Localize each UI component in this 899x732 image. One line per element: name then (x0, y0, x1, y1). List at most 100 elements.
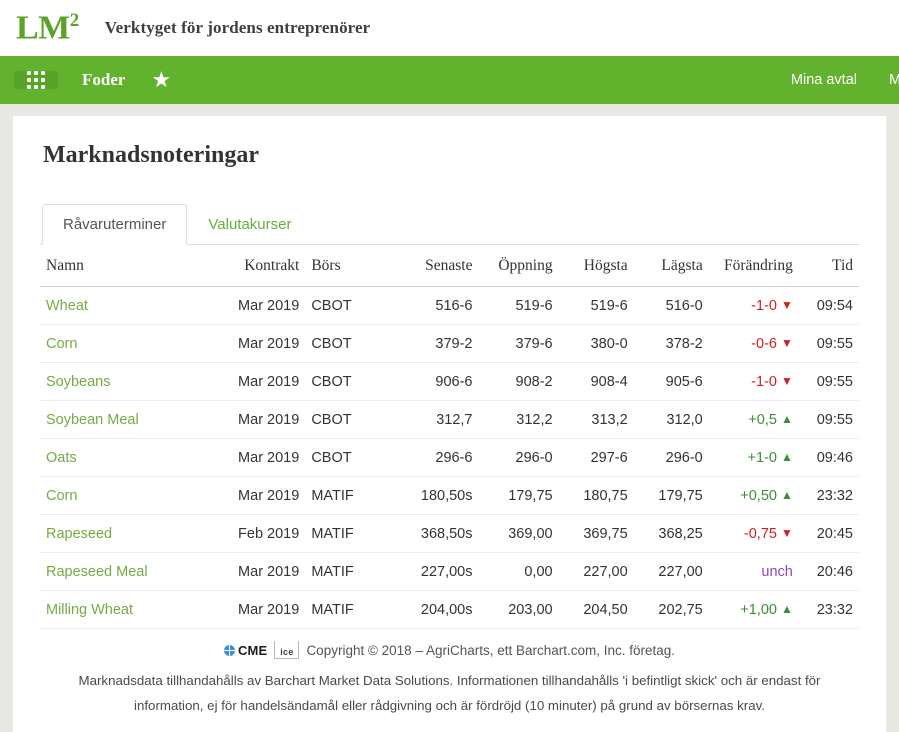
cell-bors: CBOT (305, 362, 391, 401)
column-header-lagsta[interactable]: Lägsta (633, 245, 709, 287)
cell-senaste: 516-6 (390, 286, 479, 325)
cell-kontrakt: Mar 2019 (200, 590, 306, 629)
grid-apps-button[interactable] (14, 71, 58, 89)
change-value: +0,50 (740, 488, 777, 504)
arrow-up-icon: ▲ (780, 412, 793, 426)
arrow-down-icon: ▼ (780, 526, 793, 540)
change-value: -0-6 (751, 336, 777, 352)
cell-kontrakt: Mar 2019 (200, 476, 306, 515)
cell-kontrakt: Mar 2019 (200, 362, 306, 401)
commodity-link[interactable]: Rapeseed Meal (46, 564, 148, 580)
market-data-disclaimer: Marknadsdata tillhandahålls av Barchart … (78, 673, 821, 713)
cell-hogsta: 908-4 (558, 362, 634, 401)
cell-kontrakt: Mar 2019 (200, 552, 306, 591)
cell-lagsta: 368,25 (633, 514, 709, 553)
cell-hogsta: 227,00 (558, 552, 634, 591)
cell-bors: CBOT (305, 286, 391, 325)
nav-link-mina-avtal[interactable]: Mina avtal (775, 72, 873, 88)
arrow-up-icon: ▲ (780, 602, 793, 616)
table-row: Corn Mar 2019 MATIF 180,50s 179,75 180,75 179,… (40, 476, 859, 515)
cell-lagsta: 378-2 (633, 324, 709, 363)
cell-lagsta: 179,75 (633, 476, 709, 515)
cell-oppning: 296-0 (478, 438, 559, 477)
main-navbar: Foder ★ Mina avtal M (0, 56, 899, 104)
cell-tid: 23:32 (798, 590, 859, 629)
change-value: unch (761, 564, 793, 580)
table-row: Soybeans Mar 2019 CBOT 906-6 908-2 908-4 905-6… (40, 362, 859, 401)
commodity-link[interactable]: Milling Wheat (46, 602, 133, 618)
cell-bors: CBOT (305, 400, 391, 439)
column-header-oppning[interactable]: Öppning (478, 245, 559, 287)
cell-namn: Soybeans (40, 362, 201, 401)
cell-lagsta: 202,75 (633, 590, 709, 629)
cell-forandring: -1-0 ▼ (708, 286, 799, 325)
cell-senaste: 379-2 (390, 324, 479, 363)
tab-bar: Råvaruterminer Valutakurser (40, 203, 859, 245)
cell-oppning: 0,00 (478, 552, 559, 591)
cell-tid: 20:46 (798, 552, 859, 591)
cell-kontrakt: Mar 2019 (200, 324, 306, 363)
nav-link-clipped[interactable]: M (873, 72, 899, 88)
commodity-link[interactable]: Corn (46, 488, 77, 504)
cell-senaste: 906-6 (390, 362, 479, 401)
arrow-down-icon: ▼ (780, 298, 793, 312)
cell-senaste: 180,50s (390, 476, 479, 515)
column-header-hogsta[interactable]: Högsta (558, 245, 634, 287)
cell-oppning: 369,00 (478, 514, 559, 553)
cell-namn: Soybean Meal (40, 400, 201, 439)
commodity-link[interactable]: Soybeans (46, 374, 111, 390)
column-header-bors[interactable]: Börs (305, 245, 391, 287)
tab-valutakurser[interactable]: Valutakurser (187, 204, 312, 245)
commodity-link[interactable]: Corn (46, 336, 77, 352)
column-header-namn[interactable]: Namn (40, 245, 201, 287)
table-header: Namn Kontrakt Börs Senaste Öppning Högst… (40, 245, 859, 287)
cell-hogsta: 313,2 (558, 400, 634, 439)
site-logo[interactable]: LM2 (16, 11, 83, 45)
nav-section-title[interactable]: Foder (82, 70, 125, 90)
column-header-kontrakt[interactable]: Kontrakt (200, 245, 306, 287)
cell-oppning: 379-6 (478, 324, 559, 363)
cell-forandring: +0,50 ▲ (708, 476, 799, 515)
arrow-up-icon: ▲ (780, 450, 793, 464)
commodity-link[interactable]: Soybean Meal (46, 412, 139, 428)
cell-oppning: 312,2 (478, 400, 559, 439)
cell-hogsta: 204,50 (558, 590, 634, 629)
tab-ravaruterminer[interactable]: Råvaruterminer (42, 204, 188, 245)
site-tagline: Verktyget för jordens entreprenörer (104, 18, 371, 37)
cell-senaste: 296-6 (390, 438, 479, 477)
cell-namn: Milling Wheat (40, 590, 201, 629)
table-row: Rapeseed Feb 2019 MATIF 368,50s 369,00 369,75… (40, 514, 859, 553)
commodity-link[interactable]: Rapeseed (46, 526, 112, 542)
page-body: Marknadsnoteringar Råvaruterminer Valuta… (0, 104, 899, 732)
table-row: Corn Mar 2019 CBOT 379-2 379-6 380-0 378-2 -0-6… (40, 324, 859, 363)
page-title: Marknadsnoteringar (43, 142, 259, 168)
arrow-up-icon: ▲ (780, 488, 793, 502)
star-icon[interactable]: ★ (151, 69, 171, 91)
cell-namn: Oats (40, 438, 201, 477)
column-header-tid[interactable]: Tid (798, 245, 859, 287)
table-header-row: Namn Kontrakt Börs Senaste Öppning Högst… (40, 245, 859, 287)
market-quotes-card: Marknadsnoteringar Råvaruterminer Valuta… (13, 116, 886, 732)
cell-namn: Corn (40, 476, 201, 515)
cell-tid: 09:55 (798, 324, 859, 363)
cell-tid: 09:55 (798, 362, 859, 401)
cell-senaste: 312,7 (390, 400, 479, 439)
commodity-link[interactable]: Oats (46, 450, 77, 466)
cell-tid: 09:54 (798, 286, 859, 325)
ice-logo: ice (274, 641, 300, 659)
cell-namn: Wheat (40, 286, 201, 325)
column-header-forandring[interactable]: Förändring (708, 245, 799, 287)
commodity-link[interactable]: Wheat (46, 298, 88, 314)
cell-bors: MATIF (305, 552, 391, 591)
cell-lagsta: 227,00 (633, 552, 709, 591)
cell-forandring: unch (708, 552, 799, 591)
column-header-senaste[interactable]: Senaste (390, 245, 479, 287)
cell-hogsta: 297-6 (558, 438, 634, 477)
table-row: Soybean Meal Mar 2019 CBOT 312,7 312,2 313,2 3… (40, 400, 859, 439)
change-value: +1-0 (747, 450, 777, 466)
navbar-left-group: Foder ★ (0, 56, 171, 104)
cell-forandring: -1-0 ▼ (708, 362, 799, 401)
cell-namn: Corn (40, 324, 201, 363)
cell-kontrakt: Mar 2019 (200, 438, 306, 477)
market-quotes-table: Namn Kontrakt Börs Senaste Öppning Högst… (40, 245, 859, 629)
